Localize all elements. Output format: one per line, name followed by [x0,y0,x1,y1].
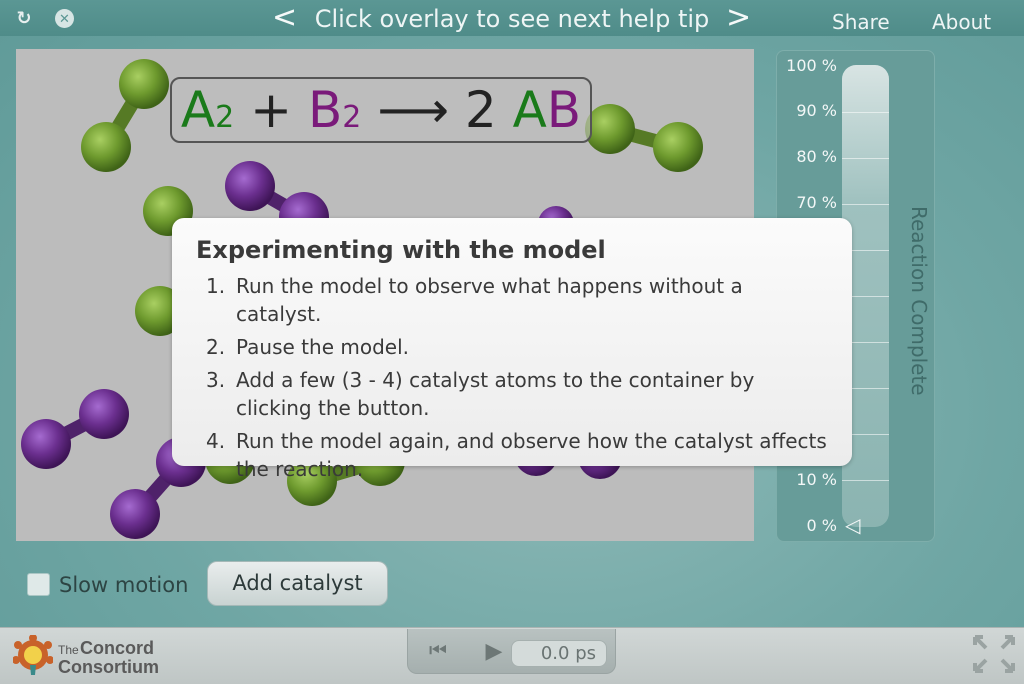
logo-text-concord: Concord [80,638,154,658]
equation-plus: + [250,81,293,139]
help-step-text: Pause the model. [236,335,409,359]
app-window: ↻ ✕ < Click overlay to see next help tip… [0,0,1024,684]
gauge-tick [842,204,889,205]
help-step-number: 4. [206,429,226,453]
close-icon[interactable]: ✕ [55,9,74,28]
fullscreen-icon[interactable] [972,634,1016,674]
help-step-text: Run the model again, and observe how the… [236,429,827,481]
share-link[interactable]: Share [832,10,890,34]
help-step-number: 1. [206,274,226,298]
help-step: 2. Pause the model. [196,333,830,361]
help-steps: 1. Run the model to observe what happens … [196,272,830,483]
help-step-text: Run the model to observe what happens wi… [236,274,743,326]
slow-motion-label[interactable]: Slow motion [59,573,188,597]
molecule-b2 [21,389,129,469]
time-display: 0.0 ps [511,640,607,667]
gauge-tick [842,480,889,481]
help-title: Experimenting with the model [196,236,606,264]
slow-motion-checkbox[interactable] [27,573,50,596]
equation-coefficient: 2 [464,81,497,139]
reset-icon[interactable]: ⏮ [426,639,450,663]
reaction-equation: A2 + B2 ⟶ 2 AB [170,77,592,143]
gauge-label: 100 % [786,56,837,75]
help-step: 3. Add a few (3 - 4) catalyst atoms to th… [196,366,830,422]
gauge-label: 70 % [796,193,837,212]
top-bar: ↻ ✕ < Click overlay to see next help tip… [0,0,1024,36]
logo-text-consortium: Consortium [58,657,159,677]
help-step-number: 2. [206,335,226,359]
logo-text-the: The [58,643,79,657]
about-link[interactable]: About [932,10,991,34]
gauge-pointer-icon: ◁ [845,515,861,537]
molecule-a2 [585,104,703,172]
gauge-label: 90 % [796,101,837,120]
gauge-tick [842,158,889,159]
playback-controls: ⏮ ▶ 0.0 ps [407,629,616,674]
help-step: 1. Run the model to observe what happens … [196,272,830,328]
equation-reactant-a: A [180,81,216,139]
gauge-label: 0 % [806,516,837,535]
help-step-number: 3. [206,368,226,392]
reload-icon[interactable]: ↻ [14,8,34,28]
equation-arrow: ⟶ [377,81,449,139]
help-step: 4. Run the model again, and observe how t… [196,427,830,483]
next-tip-button[interactable]: > [726,2,751,34]
add-catalyst-button[interactable]: Add catalyst [207,561,388,606]
gauge-label: 80 % [796,147,837,166]
molecule-a2 [81,59,169,172]
help-tip-label[interactable]: Click overlay to see next help tip [300,5,724,33]
help-overlay[interactable]: Experimenting with the model 1. Run the m… [172,218,852,481]
equation-subscript: 2 [215,100,235,135]
equation-subscript: 2 [342,100,362,135]
play-icon[interactable]: ▶ [482,639,506,663]
gauge-title: Reaction Complete [907,206,931,396]
prev-tip-button[interactable]: < [272,2,297,34]
equation-product-a: A [512,81,547,139]
equation-reactant-b: B [307,81,343,139]
gauge-tick [842,112,889,113]
concord-logo-icon [13,635,53,675]
equation-product-b: B [546,81,582,139]
help-step-text: Add a few (3 - 4) catalyst atoms to the … [236,368,755,420]
